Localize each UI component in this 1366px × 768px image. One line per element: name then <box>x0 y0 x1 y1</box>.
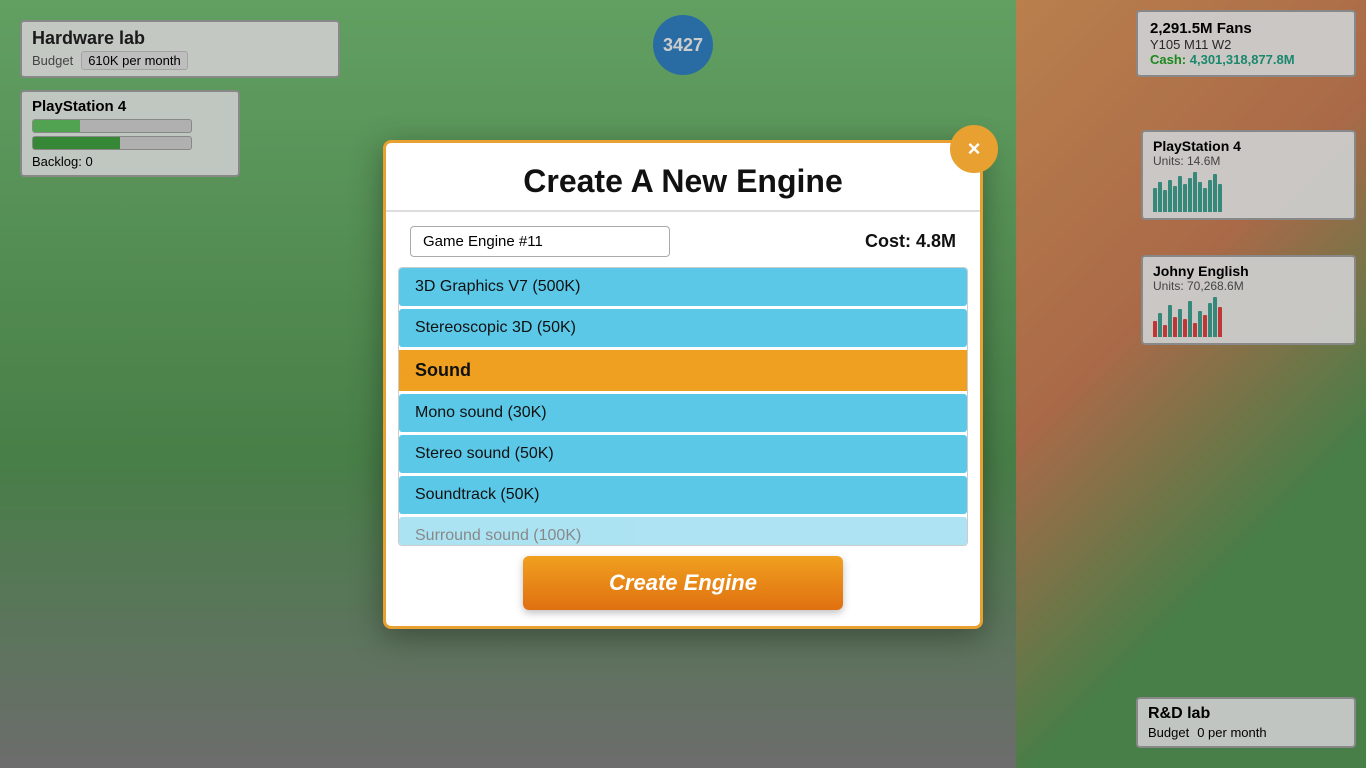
engine-name-input[interactable] <box>410 226 670 257</box>
feature-soundtrack[interactable]: Soundtrack (50K) <box>399 476 967 514</box>
feature-stereoscopic[interactable]: Stereoscopic 3D (50K) <box>399 309 967 347</box>
feature-surround-sound[interactable]: Surround sound (100K) <box>399 517 967 545</box>
engine-cost: Cost: 4.8M <box>865 231 956 252</box>
close-icon: × <box>968 136 981 162</box>
create-engine-button[interactable]: Create Engine <box>523 556 843 610</box>
modal-name-row: Cost: 4.8M <box>386 212 980 267</box>
feature-list[interactable]: 3D Graphics V7 (500K) Stereoscopic 3D (5… <box>398 267 968 546</box>
create-engine-label: Create Engine <box>609 570 757 595</box>
feature-3d-graphics[interactable]: 3D Graphics V7 (500K) <box>399 268 967 306</box>
create-engine-modal: × Create A New Engine Cost: 4.8M 3D Grap… <box>383 140 983 629</box>
modal-title: Create A New Engine <box>386 143 980 212</box>
modal-overlay: × Create A New Engine Cost: 4.8M 3D Grap… <box>0 0 1366 768</box>
modal-close-button[interactable]: × <box>950 125 998 173</box>
feature-mono-sound[interactable]: Mono sound (30K) <box>399 394 967 432</box>
feature-category-sound: Sound <box>399 350 967 391</box>
feature-stereo-sound[interactable]: Stereo sound (50K) <box>399 435 967 473</box>
